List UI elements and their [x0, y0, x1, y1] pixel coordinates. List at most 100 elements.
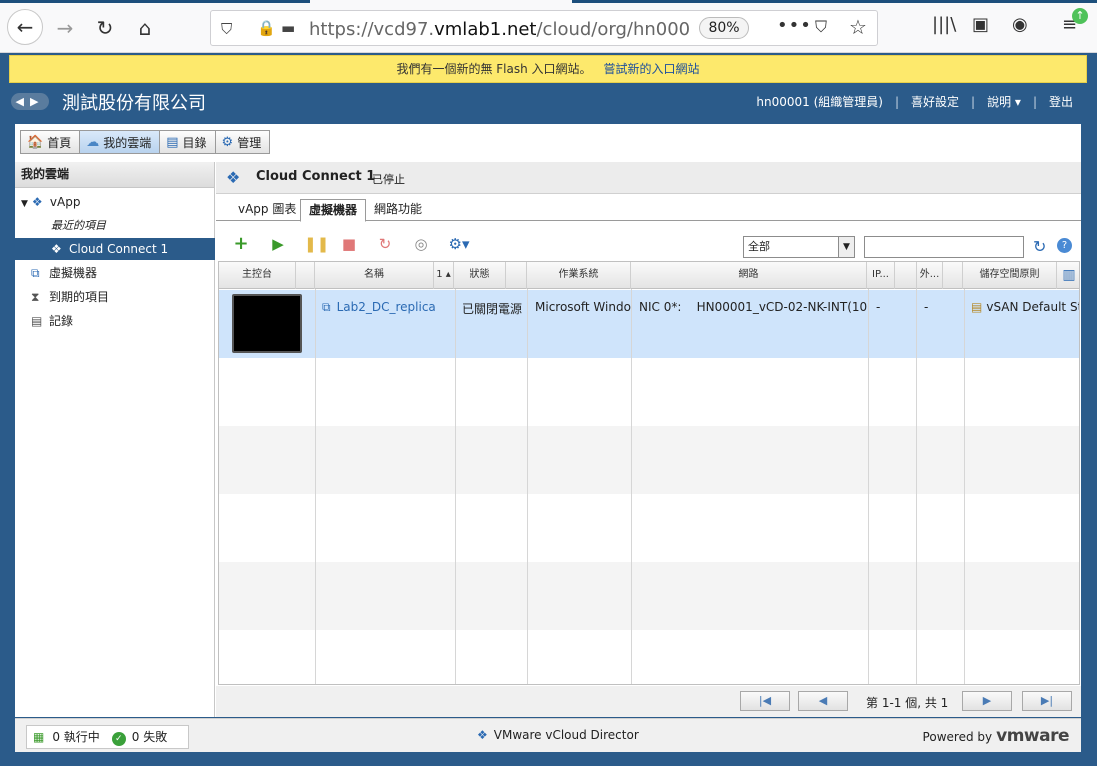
- more-icon[interactable]: •••: [777, 15, 812, 36]
- sidebar-item-label: vApp: [49, 195, 81, 209]
- bookmark-star-icon[interactable]: ☆: [849, 15, 867, 39]
- admin-icon: ⚙: [221, 134, 234, 150]
- address-bar[interactable]: ⛉ 🔒 ▬ https://vcd97.vmlab1.net/cloud/org…: [210, 10, 878, 46]
- sidebar-item-vms[interactable]: ⧉ 虛擬機器: [31, 262, 97, 284]
- first-page-button[interactable]: |◀: [740, 691, 790, 711]
- tab-networking[interactable]: 網路功能: [366, 199, 430, 221]
- suspend-icon[interactable]: ❚❚: [304, 235, 329, 253]
- column-resize[interactable]: [895, 262, 917, 289]
- sidebar-item-vapp[interactable]: ▼ ❖ vApp: [21, 191, 80, 213]
- zoom-level[interactable]: 80%: [699, 17, 749, 39]
- vcd-logo-icon: ❖: [477, 728, 488, 742]
- refresh-icon[interactable]: ↻: [1033, 237, 1046, 256]
- shield-icon[interactable]: ⛉: [221, 20, 232, 38]
- column-external[interactable]: 外...: [917, 262, 943, 289]
- sidebar-item-recent: 最近的項目: [51, 215, 106, 237]
- actions-gear-icon[interactable]: ⚙▾: [446, 235, 472, 253]
- column-sort-indicator[interactable]: 1 ▴: [434, 262, 454, 289]
- powered-by: Powered by vmware: [922, 726, 1070, 746]
- vm-console-thumbnail[interactable]: [232, 294, 302, 353]
- power-on-icon[interactable]: ▶: [269, 235, 287, 253]
- column-divider: [631, 289, 632, 684]
- try-new-portal-link[interactable]: 嘗試新的入口網站: [604, 62, 700, 76]
- column-divider: [315, 289, 316, 684]
- last-page-button[interactable]: ▶|: [1022, 691, 1072, 711]
- column-name[interactable]: 名稱: [315, 262, 434, 289]
- tab-label: 首頁: [47, 135, 72, 150]
- tab-catalog[interactable]: ▤ 目錄: [159, 130, 215, 154]
- url-text[interactable]: https://vcd97.vmlab1.net/cloud/org/hn000…: [309, 19, 689, 40]
- column-resize[interactable]: [296, 262, 315, 289]
- reload-button[interactable]: ↻: [88, 11, 122, 45]
- next-page-button[interactable]: ▶: [962, 691, 1012, 711]
- table-row: [219, 426, 1079, 494]
- table-row[interactable]: ⧉ Lab2_DC_replica 已關閉電源 Microsoft Windows…: [219, 290, 1079, 358]
- tab-label: 管理: [237, 135, 262, 150]
- powered-by-label: Powered by: [922, 730, 993, 744]
- lock-warning-icon[interactable]: 🔒: [257, 19, 276, 37]
- tab-virtual-machines[interactable]: 虛擬機器: [300, 199, 367, 222]
- tab-my-cloud[interactable]: ☁ 我的雲端: [79, 130, 160, 154]
- tab-vapp-diagram[interactable]: vApp 圖表: [230, 199, 304, 221]
- library-icon[interactable]: |||\: [932, 14, 956, 35]
- sidebar-item-expired[interactable]: ⧗ 到期的項目: [31, 286, 109, 308]
- column-network[interactable]: 網路: [631, 262, 867, 289]
- home-button[interactable]: ⌂: [128, 11, 162, 45]
- column-ip[interactable]: IP...: [867, 262, 895, 289]
- tasks-status[interactable]: ▦ 0 執行中 ✓ 0 失敗: [26, 725, 189, 749]
- column-storage-policy[interactable]: 儲存空間原則: [963, 262, 1057, 289]
- help-menu[interactable]: 說明 ▾: [987, 95, 1021, 109]
- media-icon[interactable]: ◎: [412, 235, 430, 253]
- pager: |◀ ◀ 第 1-1 個, 共 1 ▶ ▶|: [216, 686, 1081, 717]
- back-button[interactable]: ←: [7, 9, 43, 45]
- vapp-icon: ❖: [31, 195, 43, 209]
- sidebar-item-label: 虛擬機器: [49, 266, 98, 280]
- column-divider: [455, 289, 456, 684]
- pocket-icon[interactable]: ⛉: [815, 17, 827, 37]
- table-row: [219, 630, 1079, 684]
- table-row: [219, 358, 1079, 426]
- running-count: 0 執行中: [52, 730, 100, 744]
- prev-page-button[interactable]: ◀: [798, 691, 848, 711]
- browser-toolbar: ← → ↻ ⌂ ⛉ 🔒 ▬ https://vcd97.vmlab1.net/c…: [0, 0, 1097, 53]
- column-console[interactable]: 主控台: [219, 262, 296, 289]
- column-divider: [964, 289, 965, 684]
- sidebar-item-cloud-connect-1[interactable]: ❖ Cloud Connect 1: [15, 238, 215, 260]
- vm-name-cell[interactable]: ⧉ Lab2_DC_replica: [322, 300, 436, 315]
- product-label: VMware vCloud Director: [493, 728, 639, 742]
- tab-admin[interactable]: ⚙ 管理: [214, 130, 271, 154]
- column-os[interactable]: 作業系統: [527, 262, 631, 289]
- forward-button[interactable]: →: [48, 11, 82, 45]
- left-panel: 我的雲端 ▼ ❖ vApp 最近的項目 ❖ Cloud Connect 1 ⧉ 虛擬機器…: [15, 162, 215, 717]
- column-resize[interactable]: [943, 262, 963, 289]
- reset-icon[interactable]: ↻: [376, 235, 394, 253]
- help-icon[interactable]: ?: [1057, 238, 1072, 253]
- tab-home[interactable]: 🏠 首頁: [20, 130, 80, 154]
- expand-arrow-icon[interactable]: ▼: [21, 199, 28, 209]
- active-tab[interactable]: [310, 0, 572, 3]
- filter-value: 全部: [748, 240, 770, 253]
- account-icon[interactable]: ◉: [1012, 14, 1028, 35]
- logout-link[interactable]: 登出: [1049, 95, 1073, 109]
- catalog-icon: ▤: [166, 134, 179, 150]
- column-status[interactable]: 狀態: [454, 262, 506, 289]
- vm-name[interactable]: Lab2_DC_replica: [337, 300, 436, 314]
- sidebar-toggle-icon[interactable]: ▣: [972, 14, 989, 35]
- chevron-down-icon[interactable]: ▼: [838, 237, 854, 257]
- add-vm-icon[interactable]: +: [232, 235, 250, 253]
- update-badge-icon: ↑: [1072, 8, 1088, 24]
- stop-icon[interactable]: ■: [340, 235, 358, 253]
- column-resize[interactable]: [506, 262, 527, 289]
- left-panel-title: 我的雲端: [15, 162, 214, 188]
- nav-arrows-icon[interactable]: ◀▶: [11, 93, 49, 110]
- separator: |: [1032, 95, 1037, 109]
- column-chooser-icon[interactable]: ▥: [1057, 262, 1079, 289]
- table-row: [219, 562, 1079, 630]
- table-row: [219, 494, 1079, 562]
- home-icon: 🏠: [27, 134, 44, 150]
- sidebar-item-logs[interactable]: ▤ 記錄: [31, 310, 73, 332]
- preferences-link[interactable]: 喜好設定: [911, 95, 959, 109]
- filter-select[interactable]: 全部 ▼: [743, 236, 855, 258]
- permissions-icon[interactable]: ▬: [281, 19, 295, 37]
- search-input[interactable]: [864, 236, 1024, 258]
